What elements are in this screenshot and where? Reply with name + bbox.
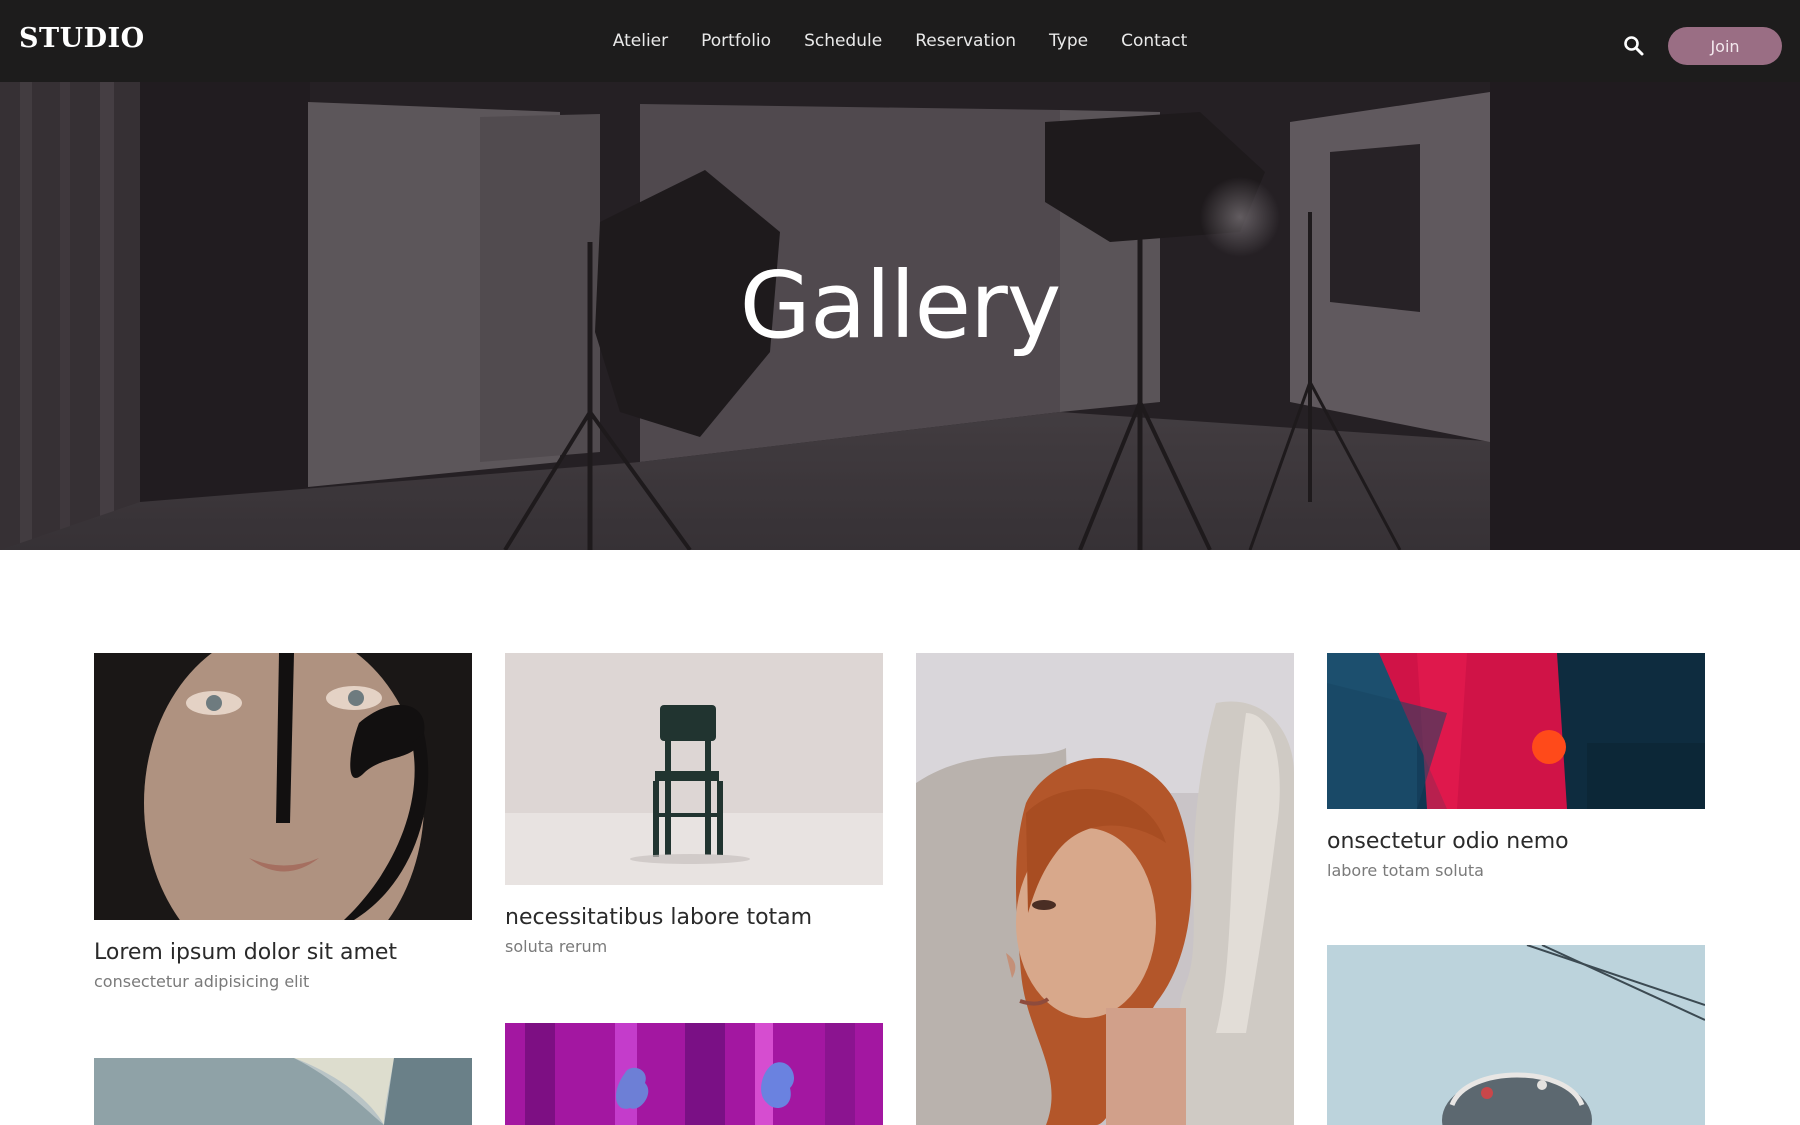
card-title: Lorem ipsum dolor sit amet <box>94 940 398 965</box>
gallery-card[interactable]: onsectetur odio nemo labore totam soluta <box>1327 653 1705 881</box>
main-nav: Atelier Portfolio Schedule Reservation T… <box>0 0 1800 82</box>
join-button[interactable]: Join <box>1668 27 1782 65</box>
card-image <box>1327 653 1705 809</box>
gallery-card[interactable] <box>94 1058 472 1125</box>
card-subtitle: soluta rerum <box>505 937 608 957</box>
card-subtitle: consectetur adipisicing elit <box>94 972 310 992</box>
card-image <box>94 1058 472 1125</box>
search-icon[interactable] <box>1622 34 1646 58</box>
card-subtitle: labore totam soluta <box>1327 861 1484 881</box>
nav-item-reservation[interactable]: Reservation <box>915 32 1016 50</box>
nav-item-contact[interactable]: Contact <box>1121 32 1187 50</box>
card-image <box>505 653 883 885</box>
studio-logo[interactable]: STUDIO <box>19 25 145 52</box>
card-image <box>1327 945 1705 1125</box>
gallery-card[interactable]: necessitatibus labore totam soluta rerum <box>505 653 883 957</box>
hero-banner: Gallery <box>0 82 1800 550</box>
card-title: necessitatibus labore totam <box>505 905 813 930</box>
gallery-card[interactable] <box>1327 945 1705 1125</box>
gallery-card[interactable] <box>505 1023 883 1125</box>
card-title: onsectetur odio nemo <box>1327 829 1569 854</box>
gallery-card[interactable] <box>916 653 1294 1125</box>
nav-item-atelier[interactable]: Atelier <box>613 32 668 50</box>
card-image <box>916 653 1294 1125</box>
card-image <box>505 1023 883 1125</box>
nav-item-portfolio[interactable]: Portfolio <box>701 32 771 50</box>
nav-item-schedule[interactable]: Schedule <box>804 32 882 50</box>
card-image <box>94 653 472 920</box>
gallery-card[interactable]: Lorem ipsum dolor sit amet consectetur a… <box>94 653 472 992</box>
page-title: Gallery <box>739 252 1062 359</box>
top-navbar: STUDIO Atelier Portfolio Schedule Reserv… <box>0 0 1800 82</box>
nav-item-type[interactable]: Type <box>1049 32 1088 50</box>
